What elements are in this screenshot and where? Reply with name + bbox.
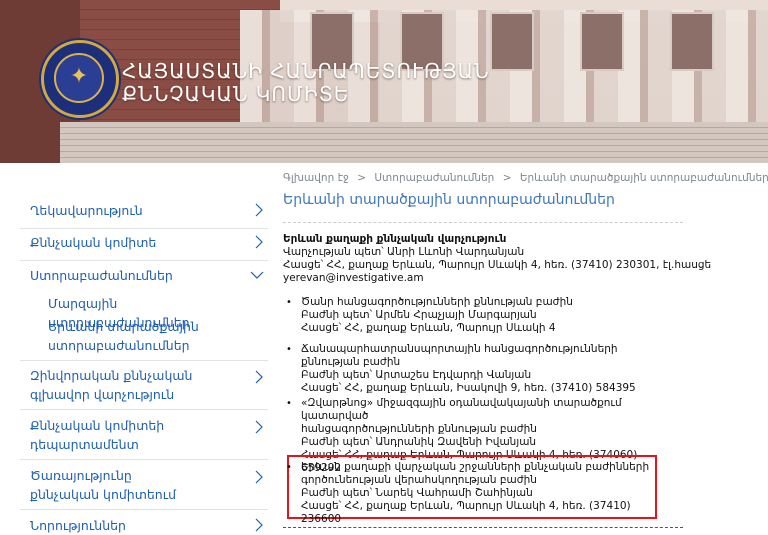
- bullet-icon: •: [286, 297, 292, 308]
- sidebar-divider: [20, 409, 268, 410]
- committee-emblem-logo[interactable]: ✦: [41, 40, 119, 118]
- department-name: «Զվարթնոց» միջազգային օդանավակայանի տարա…: [301, 397, 622, 422]
- chevron-right-icon[interactable]: [253, 470, 265, 484]
- building-window: [580, 12, 624, 71]
- breadcrumb-separator: >: [502, 172, 512, 184]
- organization-name: Երևան քաղաքի քննչական վարչություն: [283, 233, 507, 245]
- sidebar-item-divisions[interactable]: Ստորաբաժանումներ: [0, 266, 278, 285]
- sidebar-item-label: Նորություններ: [30, 518, 126, 533]
- sidebar-divider: [20, 459, 268, 460]
- sidebar-item-label: Ստորաբաժանումներ: [30, 268, 173, 283]
- building-window: [670, 12, 714, 71]
- bullet-icon: •: [286, 462, 292, 473]
- chevron-right-icon[interactable]: [253, 370, 265, 384]
- title-divider: [283, 222, 683, 223]
- sidebar-divider: [20, 260, 268, 261]
- department-name: գործունեության վերահսկողության բաժին: [301, 474, 537, 486]
- breadcrumb-parent[interactable]: Ստորաբաժանումներ: [374, 172, 494, 184]
- sidebar-item-leadership[interactable]: Ղեկավարություն: [0, 201, 278, 220]
- chevron-right-icon[interactable]: [253, 203, 265, 217]
- list-item: • Ճանապարհատրանսպորտային հանցագործությու…: [286, 343, 671, 395]
- department-name: Ծանր հանցագործությունների քննության բաժի…: [301, 296, 573, 308]
- building-window: [490, 12, 534, 71]
- page-title: Երևանի տարածքային ստորաբաժանումներ: [283, 192, 615, 208]
- organization-info: Երևան քաղաքի քննչական վարչություն Վարչու…: [283, 233, 763, 285]
- bullet-icon: •: [286, 344, 292, 355]
- department-head: Բաժնի պետ՝ Նարեկ Վահրամի Շահինյան: [301, 487, 533, 499]
- department-name: հանցագործությունների քննության բաժին: [301, 423, 537, 435]
- sidebar-divider: [20, 360, 268, 361]
- site-header: ✦ ՀԱՅԱՍՏԱՆԻ ՀԱՆՐԱՊԵՏՈՒԹՅԱՆ ՔՆՆՉԱԿԱՆ ԿՈՄԻ…: [0, 0, 768, 163]
- sidebar-item-label: Երևանի տարածքային ստորաբաժանումներ: [48, 319, 199, 353]
- sidebar-divider: [20, 509, 268, 510]
- sidebar-item-service[interactable]: Ծառայությունը քննչական կոմիտեում: [0, 466, 278, 504]
- chevron-down-icon[interactable]: [250, 269, 264, 281]
- building-steps: [60, 122, 768, 163]
- breadcrumb-separator: >: [357, 172, 367, 184]
- sidebar-divider: [20, 228, 268, 229]
- sidebar-item-label: Քննչական կոմիտեի դեպարտամենտ: [30, 418, 165, 452]
- breadcrumb-current: Երևանի տարածքային ստորաբաժանումներ: [519, 172, 768, 184]
- organization-head: Վարչության պետ՝ Անրի Լևոնի Վարդանյան: [283, 246, 525, 258]
- department-head: Բաժնի պետ՝ Արտաշես Էդվարդի Վանյան: [301, 369, 532, 381]
- department-address: Հասցե՝ ՀՀ, քաղաք Երևան, Պարույր Սևակի 4: [301, 322, 556, 334]
- emblem-inner: ✦: [54, 53, 104, 103]
- department-head: Բաժնի պետ՝ Արմեն Հրաչյայի Մարգարյան: [301, 309, 537, 321]
- department-name: Երևան քաղաքի վարչական շրջանների քննչական…: [301, 461, 650, 473]
- sidebar-item-committee[interactable]: Քննչական կոմիտե: [0, 233, 278, 252]
- chevron-right-icon[interactable]: [253, 420, 265, 434]
- sidebar-item-label: Ղեկավարություն: [30, 203, 143, 218]
- list-item: • Երևան քաղաքի վարչական շրջանների քննչակ…: [286, 461, 671, 526]
- content-divider: [283, 527, 683, 528]
- department-address: Հասցե՝ ՀՀ, քաղաք Երևան, Պարույր Սևակի 4,…: [301, 500, 631, 525]
- chevron-right-icon[interactable]: [253, 235, 265, 249]
- department-head: Բաժնի պետ՝ Անդրանիկ Զավենի Իվանյան: [301, 436, 537, 448]
- sidebar-subitem-yerevan[interactable]: Երևանի տարածքային ստորաբաժանումներ: [0, 317, 278, 355]
- site-title-line1[interactable]: ՀԱՅԱՍՏԱՆԻ ՀԱՆՐԱՊԵՏՈՒԹՅԱՆ: [122, 59, 490, 83]
- site-title-line2[interactable]: ՔՆՆՉԱԿԱՆ ԿՈՄԻՏԵ: [122, 82, 349, 106]
- sidebar-item-military-investigation[interactable]: Զինվորական քննչական գլխավոր վարչություն: [0, 366, 278, 404]
- emblem-eagle-icon: ✦: [69, 64, 89, 89]
- sidebar-item-label: Զինվորական քննչական գլխավոր վարչություն: [30, 368, 193, 402]
- department-address: Հասցե՝ ՀՀ, քաղաք Երևան, Իսակովի 9, հեռ. …: [301, 382, 636, 394]
- organization-address: Հասցե՝ ՀՀ, քաղաք Երևան, Պարույր Սևակի 4,…: [283, 259, 712, 284]
- sidebar-item-label: Քննչական կոմիտե: [30, 235, 157, 250]
- sidebar-item-department[interactable]: Քննչական կոմիտեի դեպարտամենտ: [0, 416, 278, 454]
- list-item: • Ծանր հանցագործությունների քննության բա…: [286, 296, 671, 335]
- sidebar-item-news[interactable]: Նորություններ: [0, 516, 278, 535]
- breadcrumb-home[interactable]: Գլխավոր էջ: [283, 172, 349, 184]
- department-name: Ճանապարհատրանսպորտային հանցագործությունն…: [301, 343, 618, 368]
- bullet-icon: •: [286, 398, 292, 409]
- breadcrumb: Գլխավոր էջ > Ստորաբաժանումներ > Երևանի տ…: [283, 172, 768, 184]
- sidebar-item-label: Ծառայությունը քննչական կոմիտեում: [30, 468, 177, 502]
- chevron-right-icon[interactable]: [253, 518, 265, 532]
